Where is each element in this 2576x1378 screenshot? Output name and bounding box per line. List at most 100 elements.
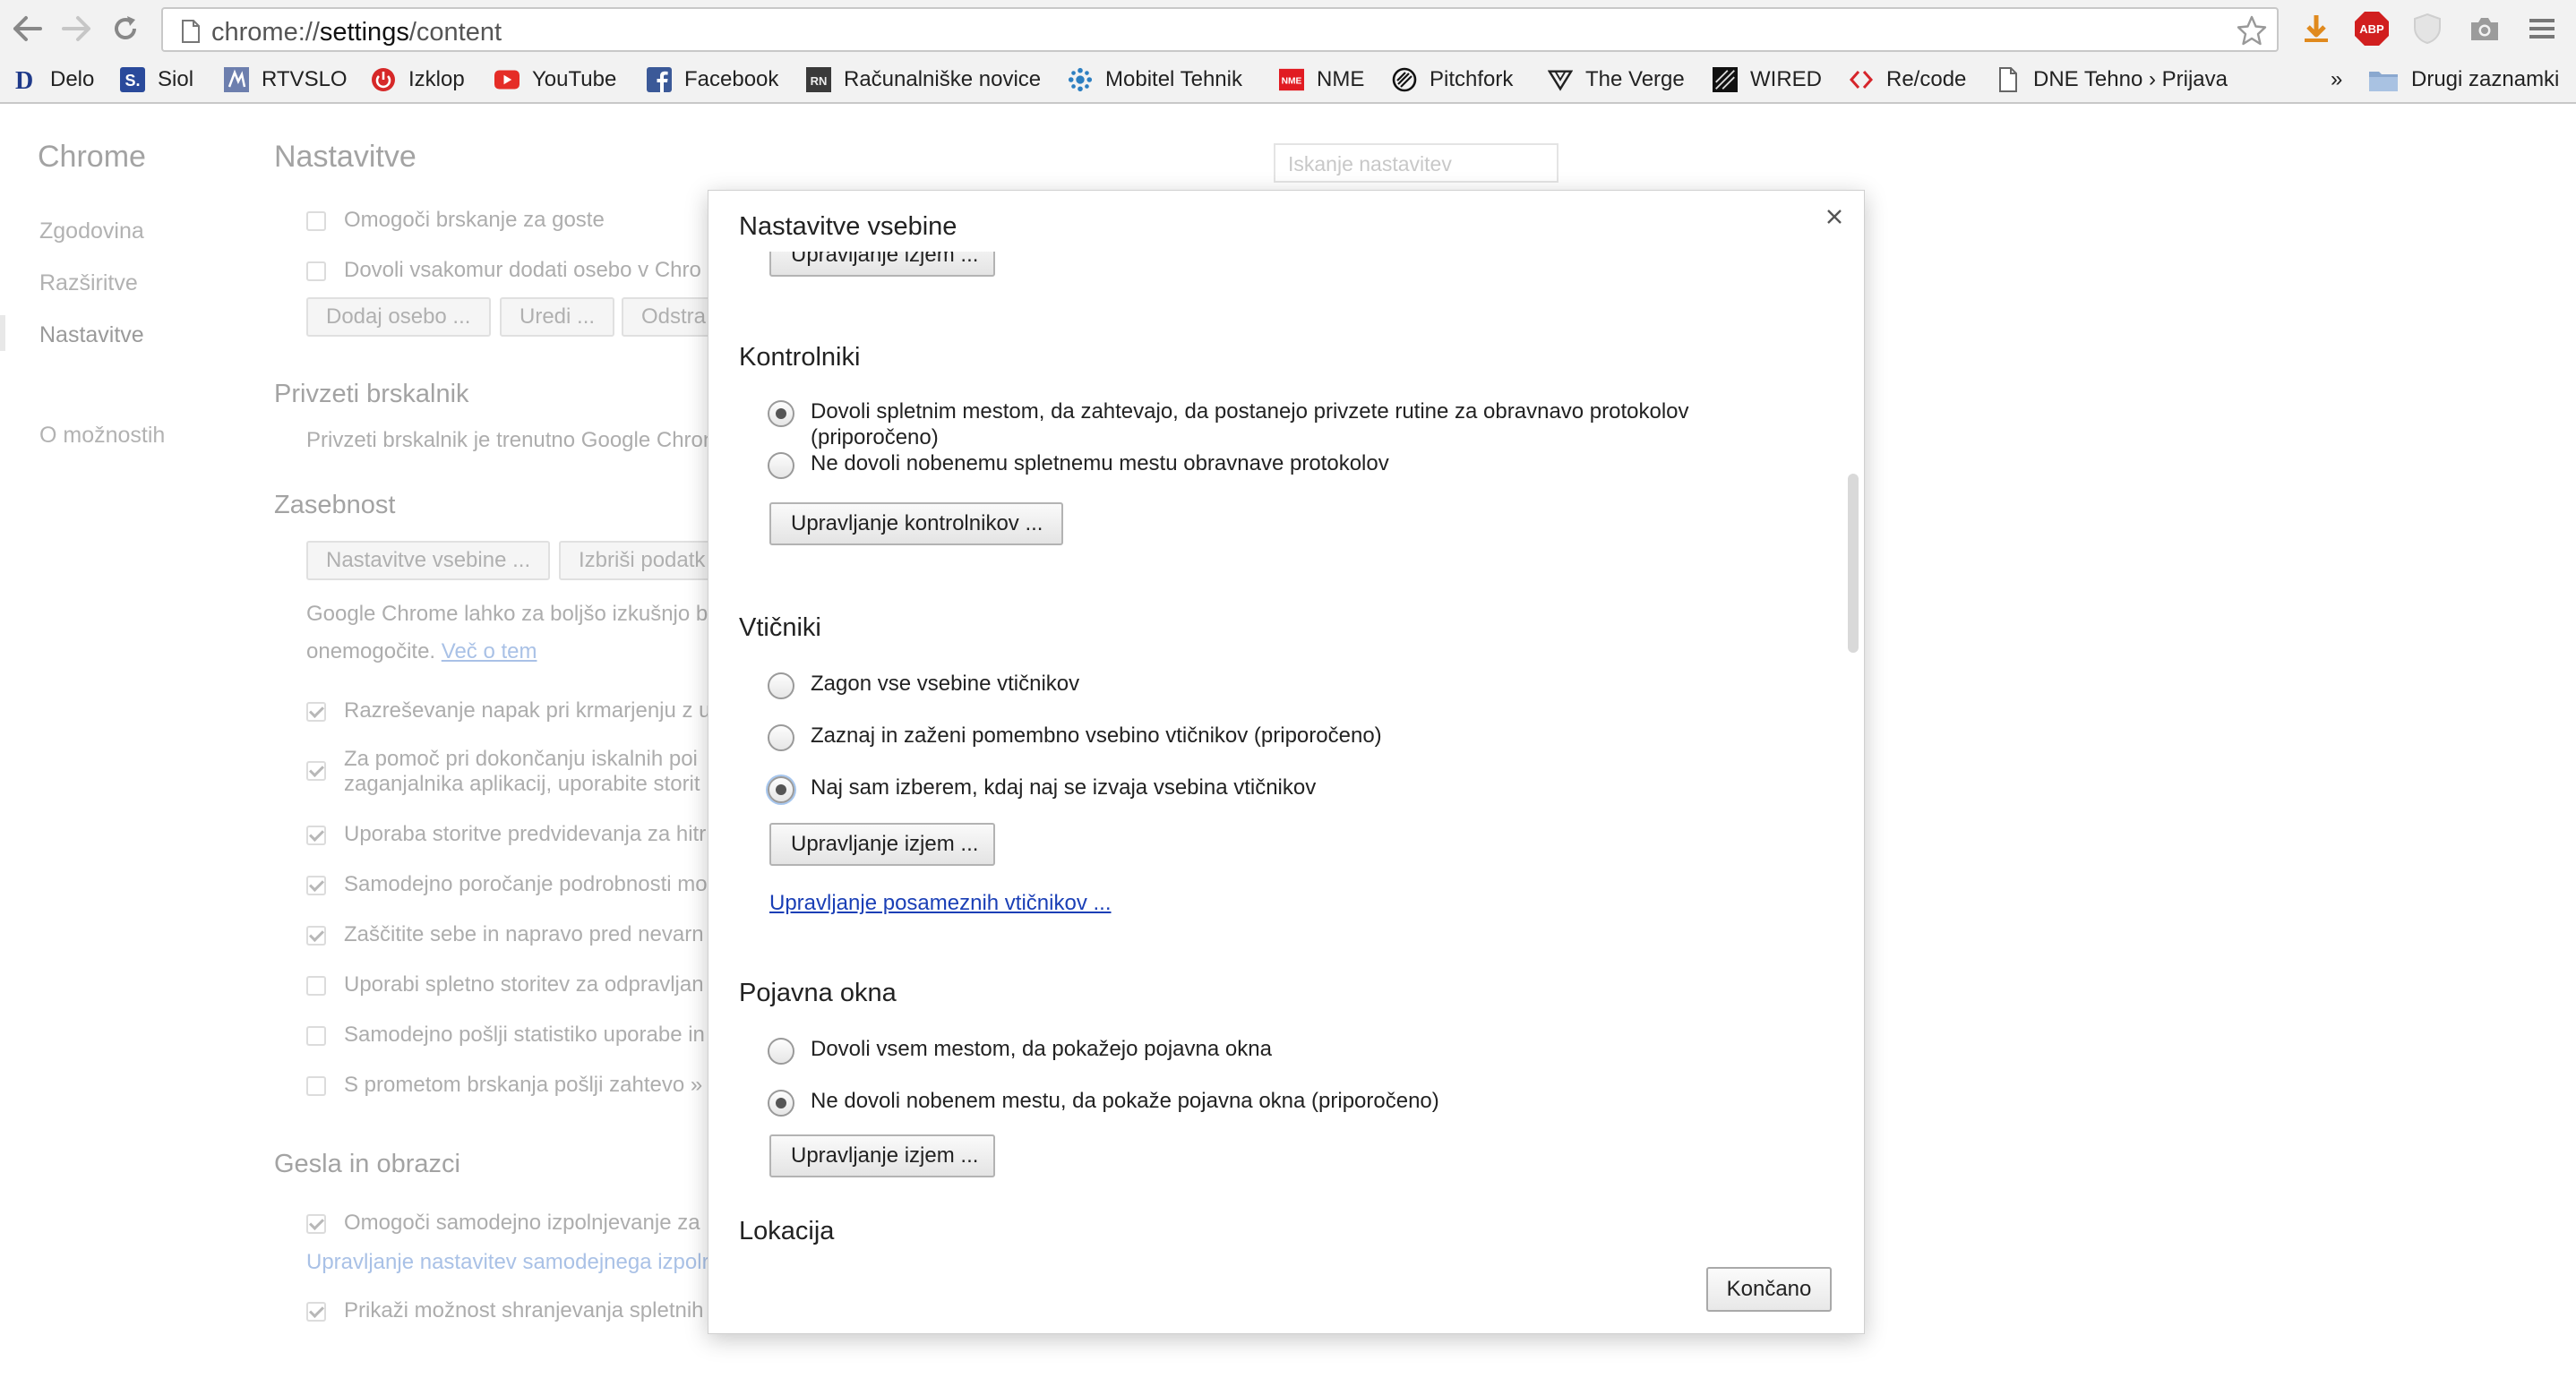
- manage-autofill-link[interactable]: Upravljanje nastavitev samodejnega izpol…: [306, 1250, 709, 1275]
- offer-save-passwords-checkbox[interactable]: [306, 1302, 326, 1322]
- privacy-description-line2: onemogočite. Več o tem: [306, 639, 537, 663]
- reload-icon: [115, 16, 136, 39]
- dialog-scrollbar-thumb[interactable]: [1848, 474, 1859, 653]
- default-browser-heading: Privzeti brskalnik: [274, 380, 469, 408]
- bookmark-wired[interactable]: WIRED: [1713, 63, 1822, 97]
- popups-block-radio[interactable]: [768, 1090, 794, 1117]
- plugins-option-run-all[interactable]: Zagon vse vsebine vtičnikov: [768, 672, 1079, 699]
- svg-text:S.: S.: [125, 72, 140, 90]
- privacy-option-6: Uporabi spletno storitev za odpravljan: [344, 972, 704, 997]
- forward-arrow-icon: [62, 16, 90, 41]
- svg-text:NME: NME: [1282, 77, 1302, 87]
- folder-icon: [2368, 67, 2399, 92]
- plugins-detect-radio[interactable]: [768, 724, 794, 751]
- handlers-block-radio[interactable]: [768, 452, 794, 479]
- dialog-scroll-area[interactable]: Upravljanje izjem ... Kontrolniki Dovoli…: [708, 252, 1866, 1190]
- autofill-label: Omogoči samodejno izpolnjevanje za: [344, 1211, 700, 1235]
- forward-button[interactable]: [57, 9, 97, 48]
- other-bookmarks-folder[interactable]: Drugi zaznamki: [2368, 63, 2559, 97]
- privacy-checkbox-1[interactable]: [306, 702, 326, 722]
- search-settings-input[interactable]: Iskanje nastavitev: [1274, 143, 1558, 183]
- verge-icon: [1548, 67, 1573, 92]
- add-person-button[interactable]: Dodaj osebo ...: [306, 297, 491, 337]
- plugins-option-click-to-play[interactable]: Naj sam izberem, kdaj naj se izvaja vseb…: [768, 775, 1316, 803]
- bookmark-izklop[interactable]: Izklop: [371, 63, 465, 97]
- passwords-heading: Gesla in obrazci: [274, 1150, 460, 1178]
- wired-icon: [1713, 67, 1738, 92]
- privacy-option-7: Samodejno pošlji statistiko uporabe in: [344, 1023, 705, 1047]
- url-text: chrome://settings/content: [211, 18, 502, 47]
- nav-history[interactable]: Zgodovina: [39, 218, 144, 244]
- dialog-close-button[interactable]: [1821, 203, 1848, 230]
- privacy-checkbox-3[interactable]: [306, 826, 326, 845]
- privacy-option-2-line2: zaganjalnika aplikacij, uporabite storit: [344, 772, 700, 796]
- guest-browsing-checkbox[interactable]: [306, 211, 326, 231]
- plugins-heading: Vtičniki: [739, 613, 821, 642]
- bookmark-the-verge[interactable]: The Verge: [1548, 63, 1685, 97]
- manage-handlers-button[interactable]: Upravljanje kontrolnikov ...: [769, 502, 1063, 545]
- privacy-checkbox-8[interactable]: [306, 1076, 326, 1096]
- bookmark-delo[interactable]: D Delo: [13, 63, 94, 97]
- bookmark-siol[interactable]: S. Siol: [120, 63, 193, 97]
- nav-about[interactable]: O možnostih: [39, 423, 165, 449]
- downloads-button[interactable]: [2297, 11, 2336, 47]
- nav-settings[interactable]: Nastavitve: [39, 322, 144, 348]
- siol-icon: S.: [120, 67, 145, 92]
- screenshot-extension-button[interactable]: [2465, 11, 2504, 47]
- plugins-option-detect[interactable]: Zaznaj in zaženi pomembno vsebino vtični…: [768, 723, 1382, 751]
- bookmarks-overflow-button[interactable]: »: [2331, 63, 2342, 97]
- clear-browsing-data-button[interactable]: Izbriši podatk: [559, 541, 729, 580]
- edit-person-button[interactable]: Uredi ...: [500, 297, 614, 337]
- reload-button[interactable]: [106, 9, 145, 48]
- manage-individual-plugins-link[interactable]: Upravljanje posameznih vtičnikov ...: [769, 891, 1112, 916]
- privacy-checkbox-6[interactable]: [306, 976, 326, 996]
- done-button[interactable]: Končano: [1706, 1267, 1832, 1312]
- adblock-plus-button[interactable]: ABP: [2352, 11, 2391, 47]
- plugins-click-to-play-radio[interactable]: [768, 776, 794, 803]
- bookmark-recode[interactable]: Re/code: [1849, 63, 1966, 97]
- offer-save-passwords-label: Prikaži možnost shranjevanja spletnih: [344, 1298, 704, 1322]
- default-browser-text: Privzeti brskalnik je trenutno Google Ch…: [306, 428, 716, 452]
- popups-allow-radio[interactable]: [768, 1038, 794, 1065]
- autofill-checkbox[interactable]: [306, 1214, 326, 1234]
- content-settings-button[interactable]: Nastavitve vsebine ...: [306, 541, 550, 580]
- bookmark-racunalniske-novice[interactable]: RN Računalniške novice: [806, 63, 1041, 97]
- handlers-allow-radio[interactable]: [768, 400, 794, 427]
- handlers-heading: Kontrolniki: [739, 343, 861, 372]
- manage-exceptions-button-top[interactable]: Upravljanje izjem ...: [769, 252, 995, 277]
- privacy-checkbox-2[interactable]: [306, 761, 326, 781]
- bookmark-nme[interactable]: NME NME: [1279, 63, 1364, 97]
- privacy-checkbox-4[interactable]: [306, 876, 326, 895]
- bookmark-pitchfork[interactable]: Pitchfork: [1392, 63, 1513, 97]
- handlers-option-block[interactable]: Ne dovoli nobenemu spletnemu mestu obrav…: [768, 451, 1389, 479]
- bookmark-rtvslo[interactable]: RTVSLO: [224, 63, 348, 97]
- chrome-menu-button[interactable]: [2522, 11, 2562, 47]
- privacy-checkbox-7[interactable]: [306, 1026, 326, 1046]
- privacy-option-3: Uporaba storitve predvidevanja za hitr: [344, 822, 707, 846]
- handlers-option-allow[interactable]: Dovoli spletnim mestom, da zahtevajo, da…: [768, 399, 1689, 450]
- popups-option-allow[interactable]: Dovoli vsem mestom, da pokažejo pojavna …: [768, 1037, 1272, 1065]
- privacy-checkbox-5[interactable]: [306, 926, 326, 946]
- bookmark-mobitel-tehnik[interactable]: Mobitel Tehnik: [1068, 63, 1242, 97]
- content-settings-dialog: Nastavitve vsebine Upravljanje izjem ...…: [708, 190, 1865, 1334]
- bookmark-youtube[interactable]: YouTube: [494, 63, 616, 97]
- plugins-run-all-radio[interactable]: [768, 672, 794, 699]
- dialog-title: Nastavitve vsebine: [739, 212, 957, 241]
- bookmark-dne-tehno[interactable]: DNE Tehno › Prijava: [1996, 63, 2228, 97]
- pitchfork-icon: [1392, 67, 1417, 92]
- nav-extensions[interactable]: Razširitve: [39, 270, 138, 296]
- back-button[interactable]: [7, 9, 47, 48]
- learn-more-link[interactable]: Več o tem: [442, 639, 537, 663]
- manage-popup-exceptions-button[interactable]: Upravljanje izjem ...: [769, 1134, 995, 1177]
- hamburger-menu-icon: [2529, 19, 2555, 39]
- recode-icon: [1849, 67, 1874, 92]
- bookmark-facebook[interactable]: Facebook: [647, 63, 778, 97]
- guest-browsing-label: Omogoči brskanje za goste: [344, 208, 605, 232]
- bookmark-star-icon[interactable]: [2236, 14, 2268, 47]
- address-bar[interactable]: chrome://settings/content: [161, 7, 2279, 52]
- izklop-icon: [371, 67, 396, 92]
- manage-plugin-exceptions-button[interactable]: Upravljanje izjem ...: [769, 823, 995, 866]
- popups-option-block[interactable]: Ne dovoli nobenem mestu, da pokaže pojav…: [768, 1089, 1439, 1117]
- add-person-checkbox[interactable]: [306, 261, 326, 281]
- extension-button[interactable]: [2408, 11, 2447, 47]
